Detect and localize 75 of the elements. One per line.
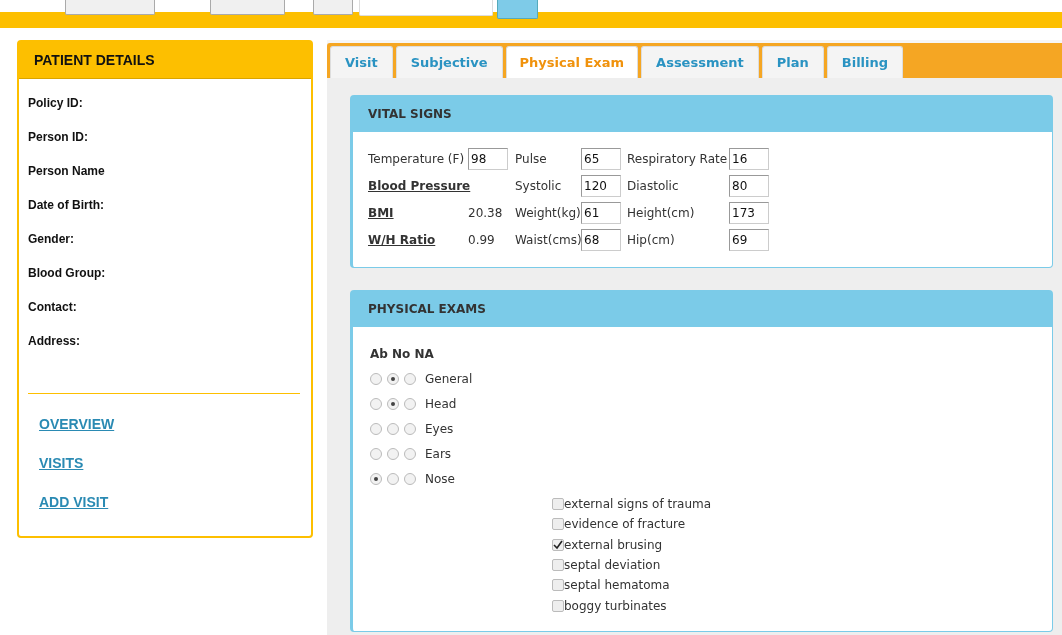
panel-title: VITAL SIGNS <box>368 107 452 121</box>
search-field[interactable] <box>359 0 493 16</box>
input-field[interactable]: 98 <box>468 148 508 170</box>
radio-button[interactable] <box>370 422 382 435</box>
field-label: Person Name <box>28 163 106 180</box>
exam-label: Ears <box>425 446 452 461</box>
vital-label: Hip(cm) <box>627 233 676 247</box>
finding-label: boggy turbinates <box>564 598 667 613</box>
input-field[interactable]: 65 <box>581 148 621 170</box>
field-label: Contact: <box>28 299 78 316</box>
radio-button[interactable] <box>387 422 399 435</box>
nav-link[interactable]: OVERVIEW <box>39 416 115 433</box>
top-button[interactable] <box>210 0 285 15</box>
field-label: Address: <box>28 333 81 350</box>
radio-button[interactable] <box>387 397 399 410</box>
go-button[interactable] <box>497 0 538 19</box>
input-field[interactable]: 80 <box>729 175 769 197</box>
vital-label: Diastolic <box>627 179 680 193</box>
top-button[interactable] <box>65 0 155 15</box>
radio-button[interactable] <box>370 397 382 410</box>
panel-title: PHYSICAL EXAMS <box>368 302 486 316</box>
radio-button[interactable] <box>404 422 416 435</box>
field-label: Policy ID: <box>28 95 84 112</box>
field-label: Gender: <box>28 231 75 248</box>
input-field[interactable]: 120 <box>581 175 621 197</box>
input-field[interactable]: 69 <box>729 229 769 251</box>
input-field[interactable]: 68 <box>581 229 621 251</box>
vital-value: 0.99 <box>468 233 496 247</box>
vital-label: Systolic <box>515 179 563 193</box>
vital-label: Pulse <box>515 152 548 166</box>
field-label: Person ID: <box>28 129 89 146</box>
panel-title: PATIENT DETAILS <box>34 52 155 68</box>
radio-button[interactable] <box>370 472 382 485</box>
input-field[interactable]: 16 <box>729 148 769 170</box>
exam-label: Nose <box>425 471 455 486</box>
vital-link[interactable]: W/H Ratio <box>368 233 436 247</box>
finding-label: evidence of fracture <box>564 517 686 532</box>
nav-link[interactable]: ADD VISIT <box>39 494 109 511</box>
radio-button[interactable] <box>404 472 416 485</box>
finding-label: external brusing <box>564 537 663 552</box>
field-label: Date of Birth: <box>28 197 105 214</box>
vital-link[interactable]: Blood Pressure <box>368 179 471 193</box>
column-header: Ab No NA <box>370 347 435 361</box>
radio-button[interactable] <box>404 447 416 460</box>
checkbox[interactable] <box>552 498 564 511</box>
radio-button[interactable] <box>404 397 416 410</box>
nav-link[interactable]: VISITS <box>39 455 84 472</box>
finding-label: septal hematoma <box>564 578 670 593</box>
vital-label: Height(cm) <box>627 206 696 220</box>
exam-label: General <box>425 371 473 386</box>
checkbox[interactable] <box>552 538 564 551</box>
radio-button[interactable] <box>387 472 399 485</box>
exam-label: Head <box>425 396 457 411</box>
radio-button[interactable] <box>404 372 416 385</box>
radio-button[interactable] <box>387 372 399 385</box>
exam-label: Eyes <box>425 421 454 436</box>
vital-value: 20.38 <box>468 206 504 220</box>
vital-label: Respiratory Rate <box>627 152 729 166</box>
radio-button[interactable] <box>387 447 399 460</box>
vital-label: Temperature (F) <box>368 152 466 166</box>
finding-label: external signs of trauma <box>564 497 712 512</box>
input-field[interactable]: 173 <box>729 202 769 224</box>
top-button[interactable] <box>313 0 353 15</box>
radio-button[interactable] <box>370 447 382 460</box>
finding-label: septal deviation <box>564 558 661 573</box>
input-field[interactable]: 61 <box>581 202 621 224</box>
checkbox[interactable] <box>552 579 564 592</box>
vital-label: Waist(cms) <box>515 233 581 247</box>
checkbox[interactable] <box>552 518 564 531</box>
vital-link[interactable]: BMI <box>368 206 394 220</box>
checkbox[interactable] <box>552 559 564 572</box>
radio-button[interactable] <box>370 372 382 385</box>
vital-label: Weight(kg) <box>515 206 581 220</box>
field-label: Blood Group: <box>28 265 107 282</box>
checkbox[interactable] <box>552 599 564 612</box>
